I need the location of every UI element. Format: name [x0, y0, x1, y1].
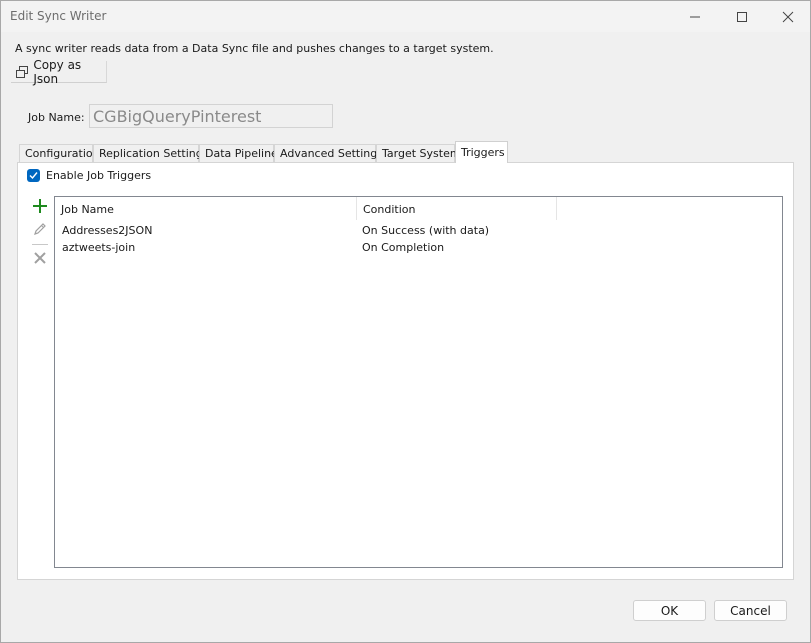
column-header-job-name[interactable]: Job Name — [55, 197, 357, 220]
window-title: Edit Sync Writer — [10, 9, 107, 23]
job-name-field[interactable] — [89, 104, 333, 128]
copy-as-json-button[interactable]: Copy as Json — [11, 57, 107, 86]
title-bar: Edit Sync Writer — [1, 1, 810, 32]
close-icon — [782, 11, 794, 22]
minimize-button[interactable] — [672, 1, 718, 32]
tab-data-pipeline[interactable]: Data Pipeline — [199, 144, 278, 163]
edit-trigger-button[interactable] — [30, 219, 50, 239]
close-button[interactable] — [765, 1, 811, 32]
column-header-condition[interactable]: Condition — [357, 197, 557, 220]
ok-button[interactable]: OK — [633, 600, 706, 621]
list-item-condition: On Completion — [362, 241, 445, 254]
maximize-button[interactable] — [719, 1, 765, 32]
enable-job-triggers-label: Enable Job Triggers — [46, 169, 152, 182]
copy-as-json-label: Copy as Json — [33, 57, 82, 86]
minimize-icon — [690, 16, 700, 17]
delete-trigger-button[interactable] — [30, 248, 50, 268]
checkbox-checked-icon — [27, 169, 40, 182]
list-item-job[interactable]: Addresses2JSON — [62, 224, 152, 237]
add-trigger-button[interactable] — [30, 196, 50, 216]
cancel-button[interactable]: Cancel — [714, 600, 787, 621]
dialog-description: A sync writer reads data from a Data Syn… — [15, 42, 494, 55]
enable-job-triggers-checkbox[interactable]: Enable Job Triggers — [27, 169, 151, 182]
list-item-job[interactable]: aztweets-join — [62, 241, 135, 254]
edit-sync-writer-dialog: Edit Sync Writer A sync writer reads dat… — [0, 0, 811, 643]
list-item-condition: On Success (with data) — [362, 224, 490, 237]
edit-icon — [34, 223, 46, 235]
copy-icon — [16, 65, 28, 78]
tab-triggers[interactable]: Triggers — [455, 141, 508, 163]
tab-advanced-settings[interactable]: Advanced Settings — [274, 144, 383, 163]
add-icon — [33, 199, 47, 213]
delete-icon — [34, 252, 46, 264]
tab-configuration[interactable]: Configuration — [19, 144, 100, 163]
maximize-icon — [737, 11, 747, 22]
tab-target-system[interactable]: Target System — [376, 144, 461, 163]
toolbar-separator — [32, 244, 48, 245]
triggers-list[interactable]: Job Name Condition Addresses2JSON On Suc… — [54, 196, 783, 568]
tab-replication-settings[interactable]: Replication Settings — [93, 144, 208, 163]
job-name-label: Job Name: — [28, 111, 85, 124]
